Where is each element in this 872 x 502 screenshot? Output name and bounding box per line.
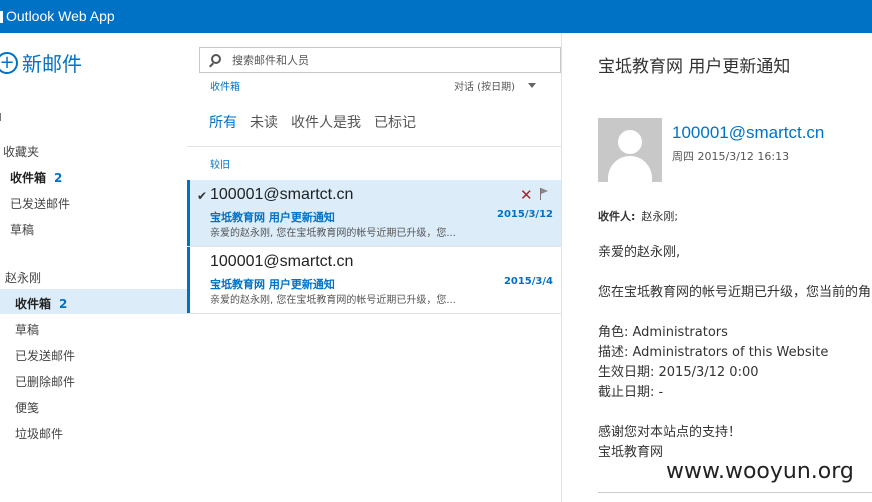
flag-icon[interactable]: [540, 188, 550, 200]
body-role: 角色: Administrators: [598, 325, 728, 340]
message-preview: 亲爱的赵永刚, 您在宝坻教育网的帐号近期已升级，您...: [210, 228, 456, 239]
body-signature: 宝坻教育网: [598, 445, 664, 460]
sort-dropdown[interactable]: 对话 (按日期): [454, 78, 515, 93]
new-mail-button[interactable]: + 新邮件: [0, 48, 82, 77]
check-icon[interactable]: ✔: [197, 189, 207, 203]
body-greeting: 亲爱的赵永刚,: [598, 245, 681, 260]
message-list: 较旧 ✔ 100001@smartct.cn ✕ 宝坻教育网 用户更新通知 20…: [187, 146, 561, 502]
chevron-down-icon[interactable]: [528, 83, 536, 88]
filter-flagged[interactable]: 已标记: [374, 112, 416, 132]
top-bar: Outlook Web App: [0, 0, 872, 33]
office-logo-icon: [0, 11, 3, 23]
watermark: www.wooyun.org: [666, 459, 854, 484]
message-date: 2015/3/4: [503, 276, 553, 287]
message-preview: 亲爱的赵永刚, 您在宝坻教育网的帐号近期已升级，您...: [210, 295, 456, 306]
delete-icon[interactable]: ✕: [520, 186, 533, 204]
app-title: Outlook Web App: [6, 8, 115, 24]
group-label-older: 较旧: [210, 160, 230, 171]
message-title: 宝坻教育网 用户更新通知: [598, 57, 791, 77]
search-icon: [211, 54, 221, 64]
unread-indicator: [187, 247, 190, 313]
unread-count: 2: [59, 297, 68, 311]
person-icon: [618, 130, 642, 154]
filter-tabs: 所有 未读 收件人是我 已标记: [209, 112, 416, 132]
message-subject: 宝坻教育网 用户更新通知: [210, 278, 335, 291]
divider: [598, 492, 872, 493]
body-expiry-date: 截止日期: -: [598, 385, 664, 400]
message-item[interactable]: 100001@smartct.cn 宝坻教育网 用户更新通知 2015/3/4 …: [187, 247, 561, 314]
search-box[interactable]: [199, 47, 561, 73]
fav-item-inbox[interactable]: 收件箱 2: [10, 169, 62, 186]
filter-all[interactable]: 所有: [209, 112, 237, 132]
unread-count: 2: [54, 171, 63, 185]
sent-time: 周四 2015/3/12 16:13: [672, 150, 790, 163]
reading-pane: 宝坻教育网 用户更新通知 100001@smartct.cn 周四 2015/3…: [561, 33, 872, 502]
message-subject: 宝坻教育网 用户更新通知: [210, 211, 335, 224]
body-thanks: 感谢您对本站点的支持！: [598, 425, 742, 440]
body-paragraph: 您在宝坻教育网的帐号近期已升级，您当前的角: [598, 285, 872, 300]
current-folder-name: 收件箱: [210, 82, 240, 93]
folder-item-notes[interactable]: 便笺: [15, 399, 39, 416]
message-date: 2015/3/12: [496, 209, 553, 220]
message-sender: 100001@smartct.cn: [210, 253, 354, 270]
new-mail-label: 新邮件: [22, 52, 82, 76]
body-effective-date: 生效日期: 2015/3/12 0:00: [598, 365, 759, 380]
unread-indicator: [187, 180, 190, 246]
folder-item-junk[interactable]: 垃圾邮件: [15, 425, 63, 442]
message-item[interactable]: ✔ 100001@smartct.cn ✕ 宝坻教育网 用户更新通知 2015/…: [187, 180, 561, 247]
filter-to-me[interactable]: 收件人是我: [291, 112, 361, 132]
fav-item-sent[interactable]: 已发送邮件: [10, 195, 70, 212]
person-icon-body: [608, 156, 652, 182]
account-header[interactable]: 赵永刚: [5, 269, 41, 286]
folder-item-deleted[interactable]: 已删除邮件: [15, 373, 75, 390]
message-sender: 100001@smartct.cn: [210, 186, 354, 203]
folder-item-inbox[interactable]: 收件箱 2: [15, 295, 67, 312]
fav-item-label: 收件箱: [10, 171, 47, 185]
body-description: 描述: Administrators of this Website: [598, 345, 829, 360]
sender-address[interactable]: 100001@smartct.cn: [672, 123, 824, 143]
to-value[interactable]: 赵永刚;: [641, 210, 678, 223]
recipients: 收件人: 赵永刚;: [598, 208, 678, 224]
folder-item-drafts[interactable]: 草稿: [15, 321, 39, 338]
avatar: [598, 118, 662, 182]
filter-unread[interactable]: 未读: [250, 112, 278, 132]
plus-icon: +: [0, 51, 18, 74]
search-input[interactable]: [232, 52, 532, 68]
to-label: 收件人:: [598, 210, 636, 223]
folder-item-label: 收件箱: [15, 297, 52, 311]
favorites-header[interactable]: 收藏夹: [3, 143, 39, 160]
collapse-icon[interactable]: [0, 113, 4, 121]
fav-item-drafts[interactable]: 草稿: [10, 221, 34, 238]
folder-item-sent[interactable]: 已发送邮件: [15, 347, 75, 364]
